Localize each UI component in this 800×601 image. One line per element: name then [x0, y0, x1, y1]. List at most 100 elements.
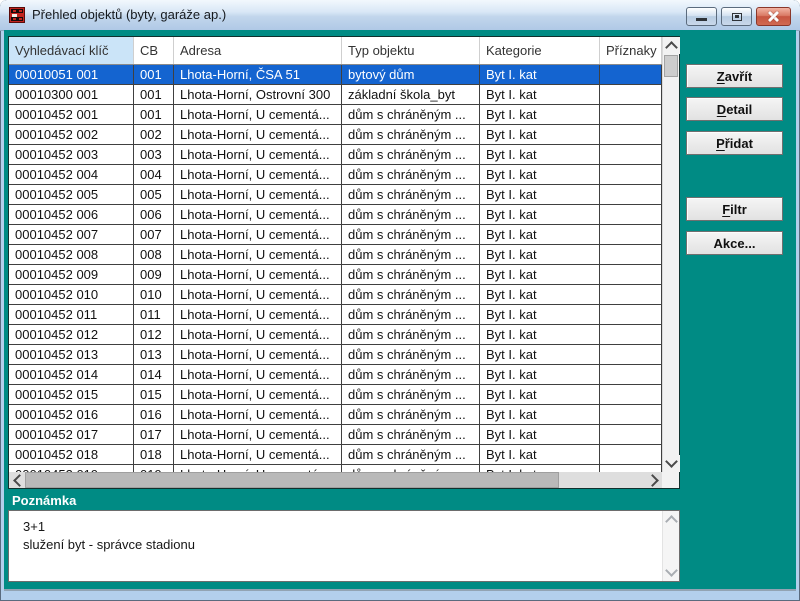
table-cell: 013	[134, 345, 174, 365]
column-header[interactable]: Vyhledávací klíč	[9, 37, 134, 64]
table-row[interactable]: 00010452 013013Lhota-Horní, U cementá...…	[9, 345, 662, 365]
table-cell: 004	[134, 165, 174, 185]
column-header[interactable]: Typ objektu	[342, 37, 480, 64]
horizontal-scrollbar[interactable]	[9, 472, 662, 488]
table-cell: 00010452 013	[9, 345, 134, 365]
table-cell: dům s chráněným ...	[342, 325, 480, 345]
table-cell: Lhota-Horní, U cementá...	[174, 265, 342, 285]
scroll-right-button[interactable]	[646, 472, 662, 488]
table-cell	[600, 185, 662, 205]
table-cell: Lhota-Horní, U cementá...	[174, 205, 342, 225]
column-header[interactable]: Příznaky	[600, 37, 662, 64]
scroll-left-button[interactable]	[9, 472, 25, 488]
table-row[interactable]: 00010452 018018Lhota-Horní, U cementá...…	[9, 445, 662, 465]
table-cell: dům s chráněným ...	[342, 105, 480, 125]
table-cell: základní škola_byt	[342, 85, 480, 105]
note-box[interactable]: 3+1služení byt - správce stadionu	[8, 510, 680, 582]
table-cell: dům s chráněným ...	[342, 265, 480, 285]
table-cell: Byt I. kat	[480, 305, 600, 325]
table-cell: Byt I. kat	[480, 345, 600, 365]
table-cell	[600, 105, 662, 125]
table-cell: 001	[134, 65, 174, 85]
table-cell: dům s chráněným ...	[342, 205, 480, 225]
note-line: 3+1	[23, 518, 655, 536]
table-cell: Lhota-Horní, ČSA 51	[174, 65, 342, 85]
table-cell: 00010452 018	[9, 445, 134, 465]
table-row[interactable]: 00010452 015015Lhota-Horní, U cementá...…	[9, 385, 662, 405]
table-row[interactable]: 00010452 005005Lhota-Horní, U cementá...…	[9, 185, 662, 205]
note-scrollbar[interactable]	[662, 511, 679, 581]
minimize-button[interactable]	[686, 7, 717, 26]
maximize-button[interactable]	[721, 7, 752, 26]
button-filtr[interactable]: Filtr	[686, 197, 783, 221]
table-row[interactable]: 00010452 014014Lhota-Horní, U cementá...…	[9, 365, 662, 385]
column-header[interactable]: Adresa	[174, 37, 342, 64]
table-row[interactable]: 00010452 003003Lhota-Horní, U cementá...…	[9, 145, 662, 165]
table-cell: 00010452 015	[9, 385, 134, 405]
table-cell: dům s chráněným ...	[342, 425, 480, 445]
table-cell: bytový dům	[342, 65, 480, 85]
table-cell	[600, 385, 662, 405]
table-row[interactable]: 00010300 001001Lhota-Horní, Ostrovní 300…	[9, 85, 662, 105]
table-cell: 001	[134, 105, 174, 125]
maximize-icon	[732, 13, 742, 21]
table-cell: Lhota-Horní, U cementá...	[174, 345, 342, 365]
vertical-scroll-thumb[interactable]	[664, 55, 678, 77]
button-detail[interactable]: Detail	[686, 97, 783, 121]
table-row[interactable]: 00010452 004004Lhota-Horní, U cementá...…	[9, 165, 662, 185]
note-scroll-up-button[interactable]	[663, 511, 680, 528]
scroll-down-button[interactable]	[663, 455, 680, 472]
chevron-up-icon	[665, 515, 678, 528]
table-cell: 017	[134, 425, 174, 445]
column-header[interactable]: Kategorie	[480, 37, 600, 64]
table-cell: dům s chráněným ...	[342, 285, 480, 305]
button-zavt[interactable]: Zavřít	[686, 64, 783, 88]
table-cell	[600, 425, 662, 445]
table-cell: Byt I. kat	[480, 225, 600, 245]
table-cell: 00010452 006	[9, 205, 134, 225]
table-row[interactable]: 00010051 001001Lhota-Horní, ČSA 51bytový…	[9, 65, 662, 85]
scroll-up-button[interactable]	[663, 37, 680, 54]
button-akce[interactable]: Akce...	[686, 231, 783, 255]
table-cell: 00010452 011	[9, 305, 134, 325]
table-cell: dům s chráněným ...	[342, 385, 480, 405]
table-cell: 014	[134, 365, 174, 385]
table-cell	[600, 205, 662, 225]
table-row[interactable]: 00010452 016016Lhota-Horní, U cementá...…	[9, 405, 662, 425]
table-cell: dům s chráněným ...	[342, 125, 480, 145]
table-cell: 00010051 001	[9, 65, 134, 85]
close-icon	[767, 10, 780, 23]
table-cell: Byt I. kat	[480, 205, 600, 225]
button-pidat[interactable]: Přidat	[686, 131, 783, 155]
table-row[interactable]: 00010452 007007Lhota-Horní, U cementá...…	[9, 225, 662, 245]
table-cell: 011	[134, 305, 174, 325]
table-cell: 00010452 014	[9, 365, 134, 385]
table-row[interactable]: 00010452 002002Lhota-Horní, U cementá...…	[9, 125, 662, 145]
table-cell: Lhota-Horní, Ostrovní 300	[174, 85, 342, 105]
table-row[interactable]: 00010452 008008Lhota-Horní, U cementá...…	[9, 245, 662, 265]
table-cell: Lhota-Horní, U cementá...	[174, 365, 342, 385]
table-cell: 00010452 009	[9, 265, 134, 285]
table-cell: Byt I. kat	[480, 325, 600, 345]
table-row[interactable]: 00010452 012012Lhota-Horní, U cementá...…	[9, 325, 662, 345]
table-cell: 001	[134, 85, 174, 105]
close-button[interactable]	[756, 7, 791, 26]
table-cell	[600, 405, 662, 425]
table-cell	[600, 125, 662, 145]
table-row[interactable]: 00010452 011011Lhota-Horní, U cementá...…	[9, 305, 662, 325]
table-row[interactable]: 00010452 019019Lhota-Horní, U cementá...…	[9, 465, 662, 472]
table-row[interactable]: 00010452 017017Lhota-Horní, U cementá...…	[9, 425, 662, 445]
table-row[interactable]: 00010452 001001Lhota-Horní, U cementá...…	[9, 105, 662, 125]
table-cell: dům s chráněným ...	[342, 245, 480, 265]
horizontal-scroll-thumb[interactable]	[25, 472, 559, 488]
table-cell: 00010452 007	[9, 225, 134, 245]
table-cell: 00010300 001	[9, 85, 134, 105]
table-row[interactable]: 00010452 010010Lhota-Horní, U cementá...…	[9, 285, 662, 305]
table-row[interactable]: 00010452 009009Lhota-Horní, U cementá...…	[9, 265, 662, 285]
vertical-scrollbar[interactable]	[662, 37, 679, 472]
table-header: Vyhledávací klíčCBAdresaTyp objektuKateg…	[9, 37, 662, 65]
column-header[interactable]: CB	[134, 37, 174, 64]
note-scroll-down-button[interactable]	[663, 564, 680, 581]
table-row[interactable]: 00010452 006006Lhota-Horní, U cementá...…	[9, 205, 662, 225]
table-cell: 008	[134, 245, 174, 265]
